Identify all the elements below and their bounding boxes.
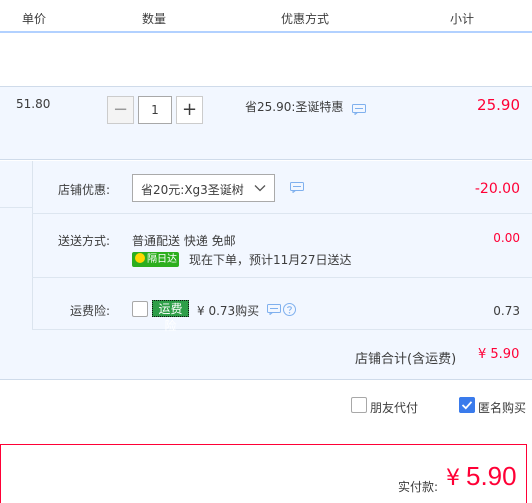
header-promotion: 优惠方式 (281, 12, 330, 26)
item-promotion: 省25.90:圣诞特惠 (245, 98, 343, 115)
divider (0, 207, 32, 208)
store-discount-value: -20.00 (474, 181, 520, 197)
item-subtotal: 25.90 (477, 96, 520, 114)
friend-pay-checkbox[interactable] (351, 397, 367, 413)
quantity-stepper: − 1 + (107, 96, 203, 124)
insurance-label: 运费险: (69, 304, 110, 318)
store-discount-select[interactable]: 省20元:Xg3圣诞树 (132, 174, 275, 202)
order-item-row: 51.80 − 1 + 省25.90:圣诞特惠 25.90 (0, 86, 532, 160)
next-day-badge-text: 隔日达 (147, 254, 177, 265)
message-icon[interactable] (290, 182, 304, 193)
header-subtotal: 小计 (450, 12, 475, 26)
message-icon[interactable] (267, 304, 281, 315)
unit-price: 51.80 (16, 97, 51, 111)
quantity-input[interactable]: 1 (138, 96, 172, 124)
table-header: 单价 数量 优惠方式 小计 (0, 0, 532, 33)
header-price: 单价 (22, 12, 47, 26)
insurance-price: ¥ 0.73购买 (197, 304, 260, 318)
message-icon[interactable] (352, 104, 366, 115)
shipping-label: 送送方式: (57, 234, 110, 248)
item-promotion-text: 省25.90:圣诞特惠 (245, 100, 344, 114)
friend-pay-label[interactable]: 朋友代付 (370, 399, 418, 416)
anonymous-label[interactable]: 匿名购买 (478, 399, 526, 416)
store-discount-label: 店铺优惠: (57, 183, 110, 197)
insurance-checkbox[interactable] (132, 301, 148, 317)
insurance-badge: 运费险 (152, 300, 189, 333)
divider (32, 329, 532, 330)
payment-currency: ¥ (446, 466, 460, 491)
shop-total-value: ¥ 5.90 (478, 347, 520, 362)
payment-amount: 5.90 (466, 461, 517, 491)
quantity-decrease-button[interactable]: − (107, 96, 134, 124)
shipping-method: 普通配送 快递 免邮 (132, 234, 236, 248)
shipping-eta: 现在下单，预计11月27日送达 (189, 253, 352, 267)
next-day-badge: 隔日达 (132, 252, 179, 267)
insurance-value: 0.73 (493, 304, 520, 318)
divider (32, 213, 532, 214)
anonymous-checkbox[interactable] (459, 397, 475, 413)
store-discount-selected: 省20元:Xg3圣诞树 (141, 183, 244, 197)
chevron-down-icon (254, 185, 266, 192)
lightning-icon (135, 253, 145, 263)
quantity-increase-button[interactable]: + (176, 96, 203, 124)
header-quantity: 数量 (142, 12, 167, 26)
shipping-value: 0.00 (493, 231, 520, 245)
divider (32, 277, 532, 278)
payment-label: 实付款: (398, 480, 439, 494)
help-icon[interactable] (283, 303, 296, 316)
shop-total-label: 店铺合计(含运费) (355, 352, 457, 367)
